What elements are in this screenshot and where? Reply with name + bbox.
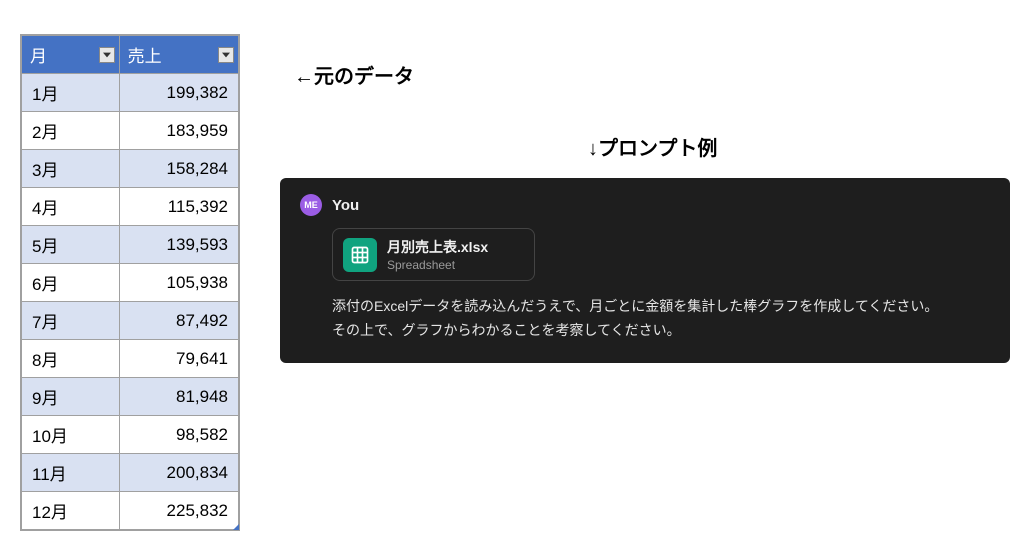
table-row[interactable]: 10月98,582 [22, 416, 239, 454]
prompt-message-text: 添付のExcelデータを読み込んだうえで、月ごとに金額を集計した棒グラフを作成し… [332, 295, 990, 343]
user-header: ME You [300, 194, 990, 216]
table-row[interactable]: 2月183,959 [22, 112, 239, 150]
cell-month[interactable]: 6月 [22, 264, 120, 302]
spreadsheet-icon [343, 238, 377, 272]
annotation-prompt-example: ↓プロンプト例 [588, 132, 717, 161]
cell-month[interactable]: 11月 [22, 454, 120, 492]
cell-month[interactable]: 12月 [22, 492, 120, 530]
filter-dropdown-icon[interactable] [99, 47, 115, 63]
cell-month[interactable]: 5月 [22, 226, 120, 264]
cell-sales[interactable]: 183,959 [119, 112, 238, 150]
table-row[interactable]: 5月139,593 [22, 226, 239, 264]
cell-sales[interactable]: 87,492 [119, 302, 238, 340]
table-row[interactable]: 12月225,832 [22, 492, 239, 530]
table-row[interactable]: 7月87,492 [22, 302, 239, 340]
cell-sales[interactable]: 158,284 [119, 150, 238, 188]
annotation-source-data: ←元のデータ [294, 60, 414, 89]
user-name-label: You [332, 197, 359, 214]
cell-month[interactable]: 9月 [22, 378, 120, 416]
cell-month[interactable]: 8月 [22, 340, 120, 378]
cell-month[interactable]: 4月 [22, 188, 120, 226]
user-avatar: ME [300, 194, 322, 216]
table-resize-handle-icon[interactable] [233, 524, 239, 530]
cell-sales[interactable]: 115,392 [119, 188, 238, 226]
cell-month[interactable]: 1月 [22, 74, 120, 112]
table-row[interactable]: 11月200,834 [22, 454, 239, 492]
cell-sales[interactable]: 81,948 [119, 378, 238, 416]
table-row[interactable]: 8月79,641 [22, 340, 239, 378]
filter-dropdown-icon[interactable] [218, 47, 234, 63]
file-name-label: 月別売上表.xlsx [387, 237, 488, 257]
cell-month[interactable]: 3月 [22, 150, 120, 188]
cell-sales[interactable]: 79,641 [119, 340, 238, 378]
cell-month[interactable]: 2月 [22, 112, 120, 150]
cell-month[interactable]: 10月 [22, 416, 120, 454]
cell-sales[interactable]: 199,382 [119, 74, 238, 112]
prompt-line-1: 添付のExcelデータを読み込んだうえで、月ごとに金額を集計した棒グラフを作成し… [332, 295, 990, 319]
cell-sales[interactable]: 98,582 [119, 416, 238, 454]
chat-prompt-box: ME You 月別売上表.xlsx Spreadsheet 添付のExcelデー… [280, 178, 1010, 363]
cell-sales[interactable]: 200,834 [119, 454, 238, 492]
table-row[interactable]: 3月158,284 [22, 150, 239, 188]
column-header-month[interactable]: 月 [22, 36, 120, 74]
cell-sales[interactable]: 225,832 [119, 492, 238, 530]
monthly-sales-table: 月 売上 1月199,3822月183,9593月158,2844月115,39… [20, 34, 240, 531]
table-row[interactable]: 1月199,382 [22, 74, 239, 112]
table-body: 1月199,3822月183,9593月158,2844月115,3925月13… [22, 74, 239, 530]
cell-month[interactable]: 7月 [22, 302, 120, 340]
prompt-line-2: その上で、グラフからわかることを考察してください。 [332, 319, 990, 343]
file-attachment-chip[interactable]: 月別売上表.xlsx Spreadsheet [332, 228, 535, 281]
cell-sales[interactable]: 139,593 [119, 226, 238, 264]
file-type-label: Spreadsheet [387, 258, 488, 272]
table-row[interactable]: 6月105,938 [22, 264, 239, 302]
header-month-label: 月 [30, 47, 47, 66]
table-row[interactable]: 4月115,392 [22, 188, 239, 226]
cell-sales[interactable]: 105,938 [119, 264, 238, 302]
column-header-sales[interactable]: 売上 [119, 36, 238, 74]
header-sales-label: 売上 [128, 47, 162, 66]
table-row[interactable]: 9月81,948 [22, 378, 239, 416]
